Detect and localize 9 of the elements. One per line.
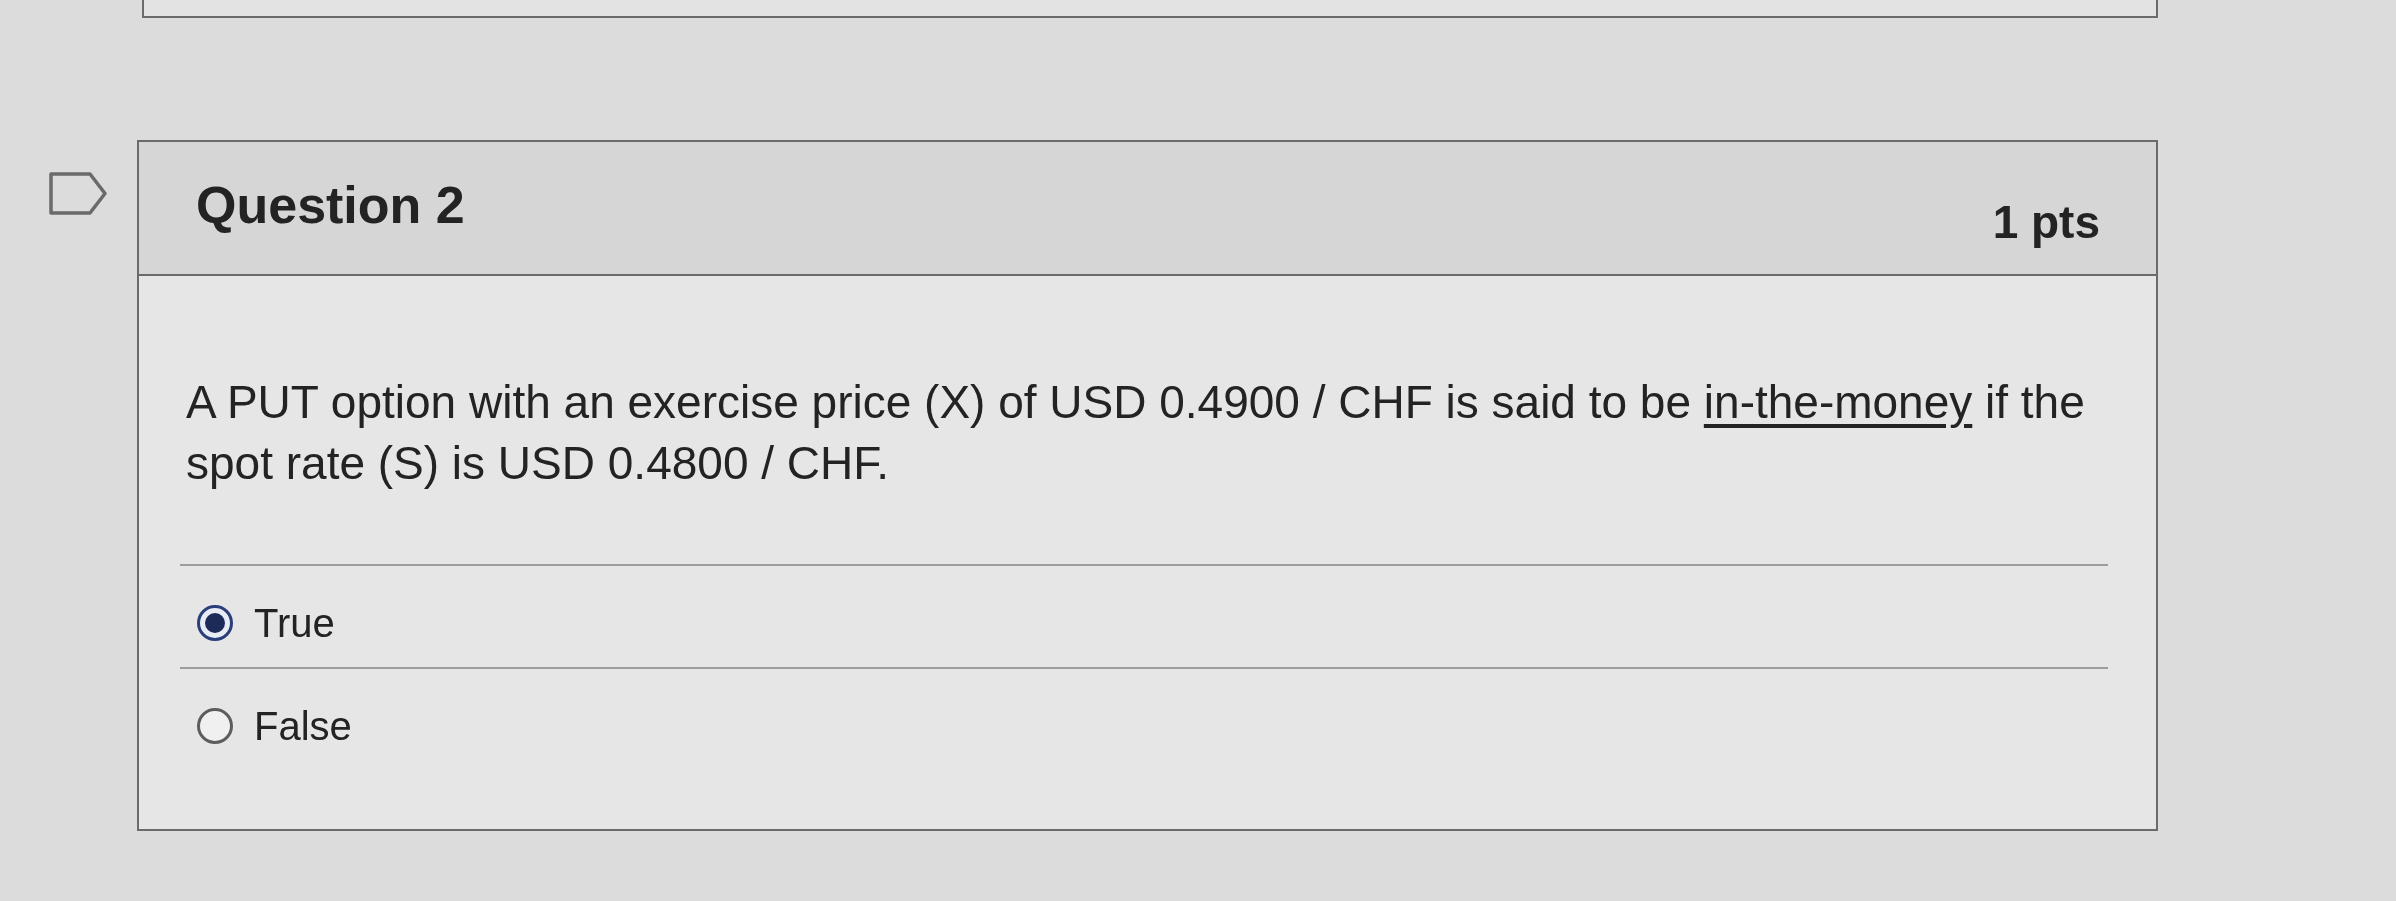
points-label: 1 pts <box>1992 195 2100 250</box>
question-text: A PUT option with an exercise price (X) of USD 0.4900 / CHF is said to be in-the-money if the spot rate (S) is USD 0.4800 / CHF. <box>186 375 2086 491</box>
question-title: Question 2 <box>196 175 465 236</box>
flag-icon[interactable] <box>49 172 107 215</box>
radio-button[interactable] <box>197 708 233 744</box>
answer-label[interactable]: True <box>254 598 335 647</box>
radio-button[interactable] <box>197 604 233 641</box>
term-link[interactable]: in-the-money <box>1703 376 1973 428</box>
answer-label[interactable]: False <box>254 702 352 750</box>
